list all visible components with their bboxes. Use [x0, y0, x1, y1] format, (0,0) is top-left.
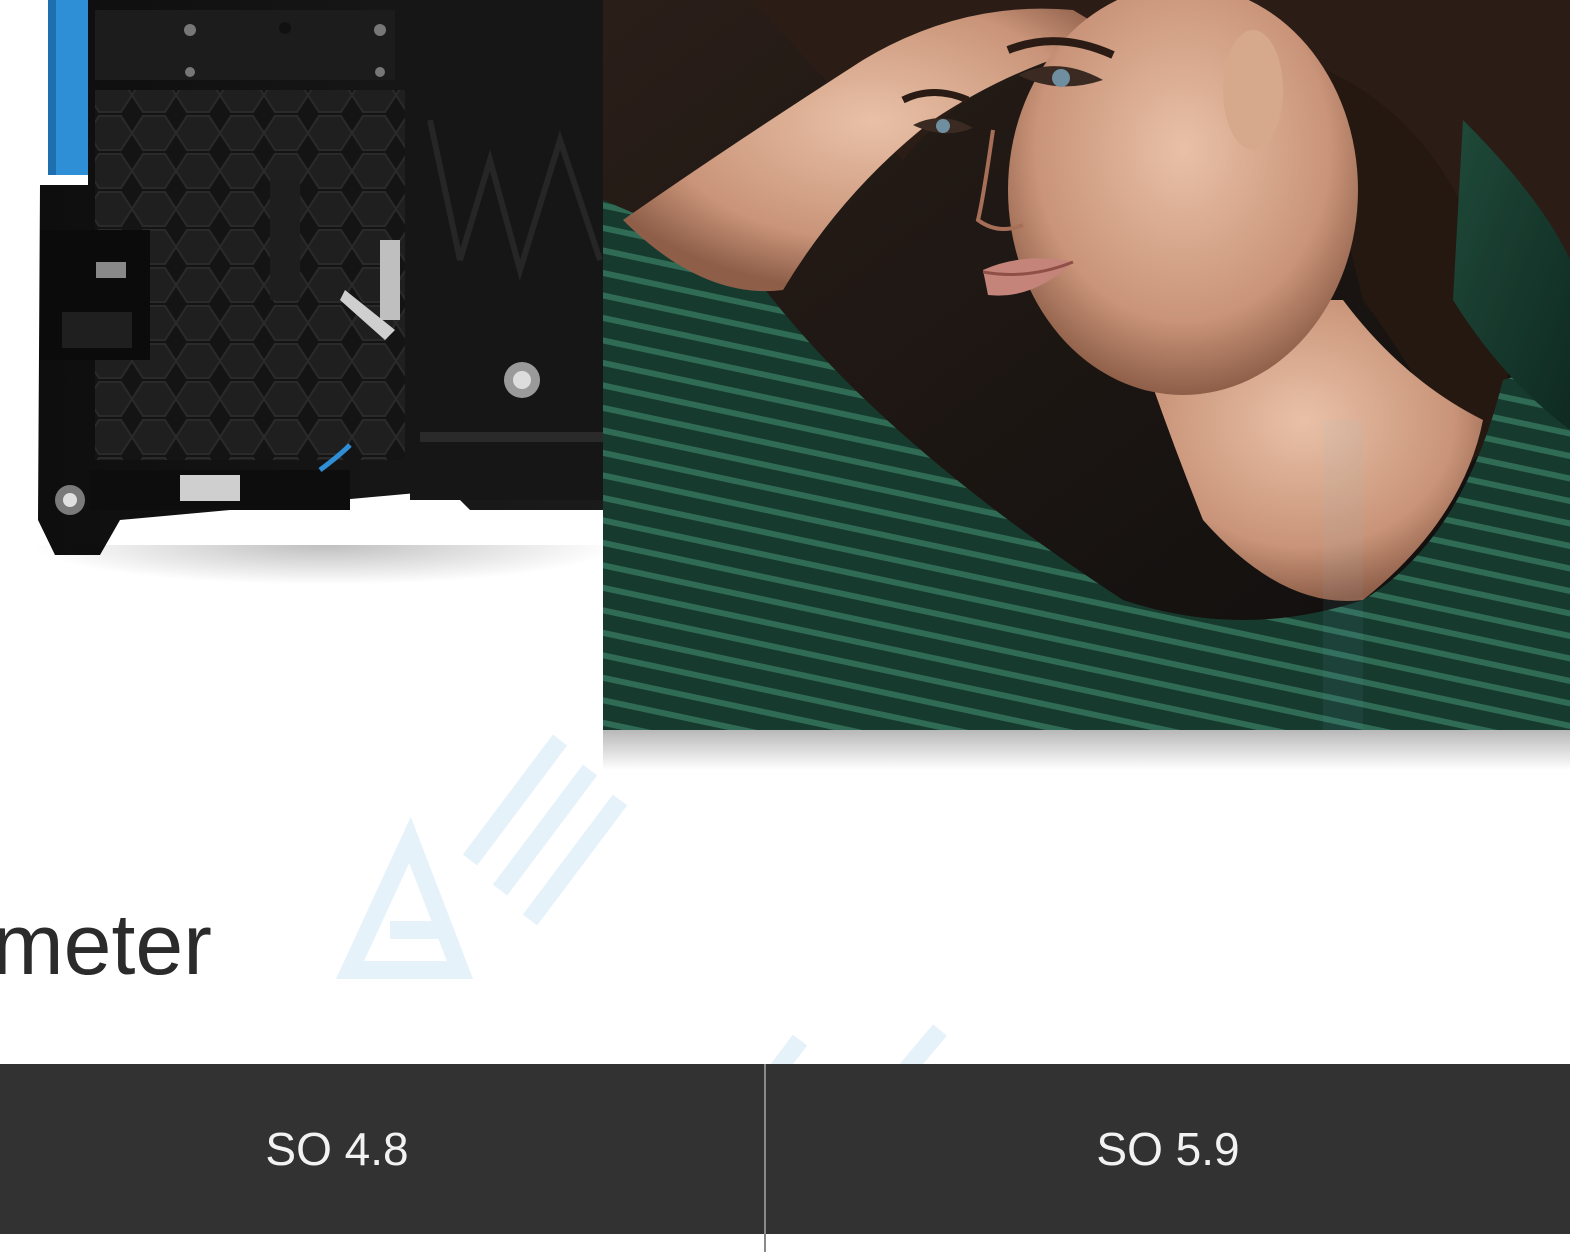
led-cabinet-photo — [38, 0, 610, 555]
section-heading: meter — [0, 897, 212, 993]
cabinet-floor-shadow — [30, 545, 620, 585]
display-portrait-photo — [603, 0, 1570, 730]
column-label-so-5-9: SO 5.9 — [1096, 1123, 1240, 1175]
table-header-cell: SO 4.8 — [0, 1064, 764, 1234]
column-label-so-4-8: SO 4.8 — [265, 1123, 409, 1175]
product-page: meter SO 4.8 SO 5.9 — [0, 0, 1570, 1252]
display-bottom-shadow — [603, 730, 1570, 770]
table-header-cell: SO 5.9 — [766, 1064, 1570, 1234]
